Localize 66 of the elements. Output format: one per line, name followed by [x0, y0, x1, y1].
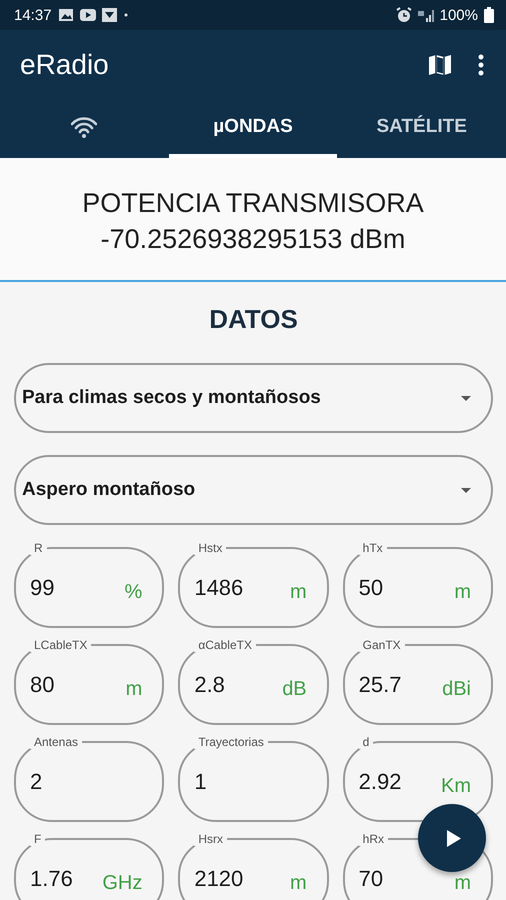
input-field[interactable]: LCableTX 80 m: [14, 638, 164, 725]
app-title: eRadio: [20, 49, 110, 81]
field-value: 2.8: [194, 672, 226, 698]
field-label: d: [362, 735, 370, 749]
more-icon: [478, 54, 484, 76]
input-field[interactable]: Hsrx 2120 m: [178, 832, 329, 900]
field-label: Antenas: [33, 735, 80, 749]
input-field[interactable]: Antenas 2: [14, 735, 164, 822]
field-value: 70: [358, 866, 384, 892]
field-value: 50: [358, 574, 384, 600]
field-label: Trayectorias: [197, 735, 265, 749]
field-value: 25.7: [358, 672, 402, 698]
field-value: 1.76: [30, 866, 74, 892]
field-value: 2120: [194, 866, 244, 892]
input-field[interactable]: Trayectorias 1: [178, 735, 329, 822]
dropdown[interactable]: Aspero montañoso: [14, 455, 493, 525]
field-unit: m: [454, 872, 471, 895]
field-value: 1486: [194, 574, 244, 600]
play-icon: [447, 830, 461, 846]
field-value: 99: [30, 574, 56, 600]
field-unit: Km: [440, 775, 471, 798]
dropdown-caret-icon: [461, 396, 471, 400]
map-icon: [428, 54, 452, 76]
alarm-icon: [396, 7, 412, 23]
dot-icon: [122, 12, 129, 18]
field-label: Hsrx: [197, 832, 224, 846]
result-title: POTENCIA TRANSMISORA: [82, 187, 424, 220]
field-unit: %: [124, 581, 142, 604]
field-unit: dB: [282, 678, 307, 701]
status-time: 14:37: [14, 6, 52, 24]
battery-icon: [484, 7, 494, 23]
section-title: DATOS: [208, 303, 299, 336]
input-field[interactable]: Hstx 1486 m: [178, 541, 329, 628]
battery-level: 100%: [440, 6, 478, 24]
input-field[interactable]: hTx 50 m: [342, 541, 493, 628]
input-field[interactable]: F 1.76 GHz: [14, 832, 164, 900]
field-unit: m: [290, 872, 307, 895]
field-value: 80: [30, 672, 56, 698]
field-unit: dBi: [442, 678, 471, 701]
field-label: hRx: [362, 832, 385, 846]
field-label: F: [33, 832, 42, 846]
result-value: -70.2526938295153 dBm: [100, 223, 406, 256]
wifi-icon: [71, 116, 98, 138]
tab[interactable]: SATÉLITE: [337, 100, 506, 158]
field-value: 2.92: [358, 768, 402, 794]
video-icon: [80, 8, 96, 22]
field-label: αCableTX: [197, 638, 253, 652]
play-button[interactable]: [418, 804, 486, 872]
field-unit: GHz: [102, 872, 142, 895]
dropdown-caret-icon: [461, 488, 471, 492]
field-label: LCableTX: [33, 638, 88, 652]
field-label: GanTX: [362, 638, 402, 652]
field-label: hTx: [362, 541, 384, 555]
dropdown[interactable]: Para climas secos y montañosos: [14, 363, 493, 433]
image-icon: [58, 8, 74, 22]
signal-icon: [418, 8, 434, 22]
input-field[interactable]: GanTX 25.7 dBi: [342, 638, 493, 725]
field-label: R: [33, 541, 44, 555]
field-label: Hstx: [197, 541, 224, 555]
field-unit: m: [454, 581, 471, 604]
field-value: 1: [194, 768, 208, 794]
field-unit: m: [126, 678, 142, 701]
input-field[interactable]: R 99 %: [14, 541, 164, 628]
input-field[interactable]: αCableTX 2.8 dB: [178, 638, 329, 725]
field-value: 2: [30, 768, 44, 794]
field-unit: m: [290, 581, 307, 604]
